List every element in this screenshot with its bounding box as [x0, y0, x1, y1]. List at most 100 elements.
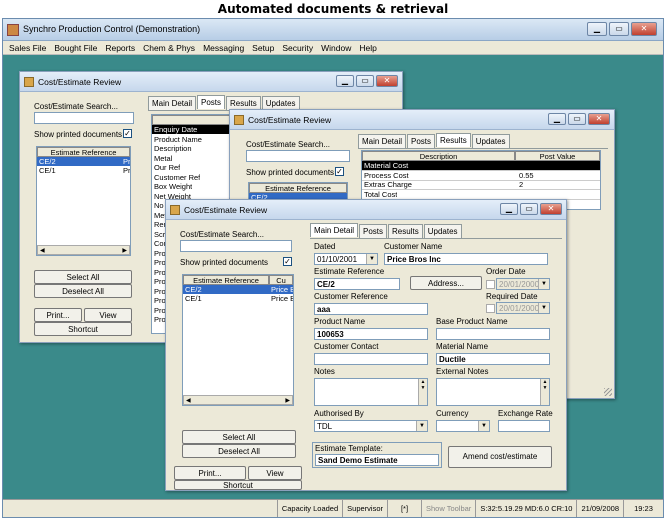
search-input[interactable] [34, 112, 134, 124]
table-row[interactable]: Our Ref [152, 163, 180, 172]
show-printed-checkbox[interactable]: ✓ [283, 257, 292, 266]
menu-sales-file[interactable]: Sales File [9, 41, 46, 54]
print-button[interactable]: Print... [174, 466, 246, 480]
menu-reports[interactable]: Reports [105, 41, 135, 54]
maximize-icon[interactable]: ▭ [568, 113, 586, 125]
table-row[interactable]: Enquiry Date [152, 125, 238, 134]
close-icon[interactable]: ✕ [376, 75, 398, 87]
tab-posts[interactable]: Posts [359, 224, 388, 238]
select-all-button[interactable]: Select All [34, 270, 132, 284]
base-product-name-field[interactable] [436, 328, 550, 340]
table-row[interactable]: Customer Ref [152, 173, 200, 182]
tab-main-detail[interactable]: Main Detail [358, 134, 407, 148]
tab-results[interactable]: Results [388, 224, 423, 238]
menu-security[interactable]: Security [282, 41, 313, 54]
minimize-icon[interactable]: ▁ [587, 22, 607, 36]
tab-main-detail[interactable]: Main Detail [310, 223, 359, 237]
product-name-field[interactable]: 100653 [314, 328, 428, 340]
shortcut-button[interactable]: Shortcut [34, 322, 132, 336]
tab-updates[interactable]: Updates [261, 96, 300, 110]
table-row[interactable]: Metal [152, 154, 172, 163]
print-button[interactable]: Print... [34, 308, 82, 322]
view-button[interactable]: View [84, 308, 132, 322]
shortcut-button[interactable]: Shortcut [174, 480, 302, 490]
table-cell[interactable]: 0.55 [517, 171, 534, 180]
amend-cost-estimate-button[interactable]: Amend cost/estimate [448, 446, 552, 468]
estimate-list[interactable]: Estimate Reference Cu CE/2 Price B CE/1 Pr… [182, 274, 294, 406]
horizontal-scrollbar[interactable]: ◀ ▶ [183, 395, 293, 405]
material-name-field[interactable]: Ductile [436, 353, 550, 365]
chevron-down-icon[interactable]: ▼ [416, 421, 427, 431]
menu-messaging[interactable]: Messaging [203, 41, 244, 54]
tab-updates[interactable]: Updates [471, 134, 510, 148]
chevron-down-icon[interactable]: ▼ [538, 279, 549, 289]
order-date-field[interactable]: 20/01/2000 ▼ [496, 278, 550, 290]
list-header-customer[interactable]: Cu [269, 275, 293, 285]
close-icon[interactable]: ✕ [540, 203, 562, 215]
tab-main-detail[interactable]: Main Detail [148, 96, 197, 110]
order-date-checkbox[interactable] [486, 280, 495, 289]
currency-select[interactable]: ▼ [436, 420, 490, 432]
menu-bought-file[interactable]: Bought File [54, 41, 97, 54]
table-row[interactable]: Description [152, 144, 192, 153]
tab-results[interactable]: Results [226, 96, 261, 110]
menu-chem-phys[interactable]: Chem & Phys [143, 41, 195, 54]
required-date-field[interactable]: 20/01/2000 ▼ [496, 302, 550, 314]
close-icon[interactable]: ✕ [631, 22, 657, 36]
tab-updates[interactable]: Updates [423, 224, 462, 238]
column-header-description[interactable]: Description [362, 151, 515, 161]
menu-setup[interactable]: Setup [252, 41, 274, 54]
table-row[interactable]: Extras Charge [362, 180, 412, 189]
estimate-template-field[interactable]: Sand Demo Estimate [315, 454, 439, 466]
deselect-all-button[interactable]: Deselect All [34, 284, 132, 298]
minimize-icon[interactable]: ▁ [336, 75, 354, 87]
table-row[interactable]: Product Name [152, 135, 202, 144]
maximize-icon[interactable]: ▭ [356, 75, 374, 87]
external-notes-field[interactable]: ▲ ▼ [436, 378, 550, 406]
view-button[interactable]: View [248, 466, 302, 480]
tab-results[interactable]: Results [436, 133, 471, 147]
list-header[interactable]: Estimate Reference [249, 183, 347, 193]
horizontal-scrollbar[interactable]: ◀ ▶ [37, 245, 130, 255]
customer-contact-field[interactable] [314, 353, 428, 365]
table-row[interactable]: Material Cost [362, 161, 600, 170]
close-icon[interactable]: ✕ [588, 113, 610, 125]
select-all-button[interactable]: Select All [182, 430, 296, 444]
chevron-down-icon[interactable]: ▼ [538, 303, 549, 313]
customer-reference-field[interactable]: aaa [314, 303, 428, 315]
list-item[interactable]: CE/1 Price B [183, 294, 293, 303]
tab-posts[interactable]: Posts [407, 134, 436, 148]
minimize-icon[interactable]: ▁ [500, 203, 518, 215]
estimate-reference-field[interactable]: CE/2 [314, 278, 400, 290]
tab-posts[interactable]: Posts [197, 95, 226, 109]
customer-name-field[interactable]: Price Bros Inc [384, 253, 548, 265]
list-header[interactable]: Estimate Reference [183, 275, 269, 285]
show-printed-checkbox[interactable]: ✓ [123, 129, 132, 138]
table-row[interactable]: Box Weight [152, 182, 192, 191]
menu-help[interactable]: Help [359, 41, 376, 54]
search-input[interactable] [246, 150, 350, 162]
exchange-rate-field[interactable] [498, 420, 550, 432]
maximize-icon[interactable]: ▭ [609, 22, 629, 36]
table-cell[interactable]: 2 [517, 180, 523, 189]
resize-grip[interactable] [604, 388, 612, 396]
status-show-toolbar[interactable]: Show Toolbar [421, 500, 475, 517]
vertical-scrollbar[interactable]: ▲ ▼ [418, 379, 427, 405]
estimate-list[interactable]: Estimate Reference CE/2 Pr CE/1 Pr ◀ ▶ [36, 146, 131, 256]
notes-field[interactable]: ▲ ▼ [314, 378, 428, 406]
table-row[interactable]: Process Cost [362, 171, 409, 180]
minimize-icon[interactable]: ▁ [548, 113, 566, 125]
vertical-scrollbar[interactable]: ▲ ▼ [540, 379, 549, 405]
address-button[interactable]: Address... [410, 276, 482, 290]
table-row[interactable]: Total Cost [362, 190, 397, 199]
menu-window[interactable]: Window [321, 41, 351, 54]
required-date-checkbox[interactable] [486, 304, 495, 313]
column-header-post-value[interactable]: Post Value [515, 151, 600, 161]
maximize-icon[interactable]: ▭ [520, 203, 538, 215]
list-item[interactable]: CE/1 Pr [37, 166, 130, 175]
chevron-down-icon[interactable]: ▼ [366, 254, 377, 264]
search-input[interactable] [180, 240, 292, 252]
list-item[interactable]: CE/2 Pr [37, 157, 130, 166]
deselect-all-button[interactable]: Deselect All [182, 444, 296, 458]
list-header[interactable]: Estimate Reference [37, 147, 130, 157]
